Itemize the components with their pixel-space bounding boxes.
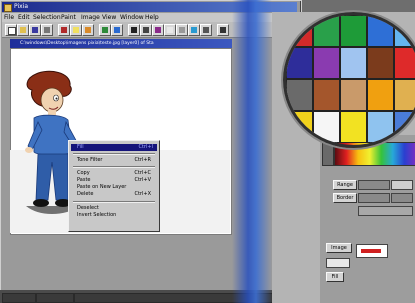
print-button[interactable] xyxy=(41,24,53,36)
palette-swatch[interactable] xyxy=(340,111,367,143)
menu-item-label: Paste on New Layer xyxy=(77,184,127,190)
text-tool-button[interactable] xyxy=(217,24,229,36)
fill-tool-button[interactable] xyxy=(188,24,200,36)
menu-item-shortcut: Ctrl+C xyxy=(134,170,151,176)
menu-help[interactable]: Help xyxy=(145,13,159,22)
color-palette-grid xyxy=(286,15,415,145)
layer-thumbnail[interactable] xyxy=(356,244,388,258)
menu-separator xyxy=(73,153,155,155)
palette-swatch[interactable] xyxy=(286,79,313,111)
palette-swatch[interactable] xyxy=(340,47,367,79)
select-tool-button[interactable] xyxy=(176,24,188,36)
menu-image[interactable]: Image xyxy=(81,13,100,22)
palette-swatch[interactable] xyxy=(367,15,394,47)
document-title-bar[interactable]: C:\windows\Desktop\imagens pixia\teste.j… xyxy=(10,39,232,48)
menu-item-shortcut: Ctrl+V xyxy=(134,177,151,183)
context-menu-paste[interactable]: Paste Ctrl+V xyxy=(77,177,155,184)
new-file-button[interactable] xyxy=(5,24,17,36)
menu-item-shortcut: Ctrl+I xyxy=(138,144,153,150)
palette-swatch[interactable] xyxy=(313,47,340,79)
layer-preview[interactable] xyxy=(326,258,350,268)
palette-swatch[interactable] xyxy=(340,79,367,111)
context-menu-copy[interactable]: Copy Ctrl+C xyxy=(77,170,155,177)
context-menu-deselect[interactable]: Deselect xyxy=(77,205,155,212)
document-title: C:\windows\Desktop\imagens pixia\teste.j… xyxy=(20,41,154,46)
menu-window[interactable]: Window xyxy=(120,13,144,22)
brush-tool-button[interactable] xyxy=(152,24,164,36)
status-field-mode xyxy=(2,293,36,303)
menu-view[interactable]: View xyxy=(102,13,116,22)
palette-swatch[interactable] xyxy=(313,111,340,143)
zoom-tool-button[interactable] xyxy=(200,24,212,36)
save-button[interactable] xyxy=(29,24,41,36)
menu-item-label: Deselect xyxy=(77,205,99,211)
menu-item-shortcut: Ctrl+X xyxy=(134,191,151,197)
palette-swatch[interactable] xyxy=(394,47,415,79)
foreground-color-swatch[interactable] xyxy=(322,142,334,166)
context-menu-fill[interactable]: Fill Ctrl+I xyxy=(71,144,157,151)
menu-edit[interactable]: Edit xyxy=(18,13,30,22)
menu-item-label: Copy xyxy=(77,170,90,176)
menu-paint[interactable]: Paint xyxy=(61,13,76,22)
palette-swatch[interactable] xyxy=(313,15,340,47)
border-button[interactable]: Border xyxy=(333,193,357,203)
context-menu-tone-filter[interactable]: Tone Filter Ctrl+R xyxy=(77,157,155,164)
paste-button[interactable] xyxy=(82,24,94,36)
menu-selection[interactable]: Selection xyxy=(33,13,61,22)
cut-button[interactable] xyxy=(58,24,70,36)
menu-item-label: Delete xyxy=(77,191,94,197)
context-menu: Fill Ctrl+I Tone Filter Ctrl+R Copy Ctrl… xyxy=(68,140,160,232)
pen-tool-button[interactable] xyxy=(128,24,140,36)
pixia-app-icon xyxy=(4,4,12,12)
palette-swatch[interactable] xyxy=(367,111,394,143)
menu-separator xyxy=(73,201,155,203)
status-field-size xyxy=(36,293,74,303)
menu-item-label: Invert Selection xyxy=(77,212,117,218)
blur-divider xyxy=(232,0,272,303)
palette-swatch[interactable] xyxy=(286,47,313,79)
eraser-tool-button[interactable] xyxy=(164,24,176,36)
context-menu-delete[interactable]: Delete Ctrl+X xyxy=(77,191,155,198)
palette-magnifier xyxy=(283,12,415,148)
range-value[interactable] xyxy=(391,180,413,190)
image-layer-button[interactable]: Image xyxy=(326,243,352,253)
palette-swatch[interactable] xyxy=(367,79,394,111)
menu-item-label: Fill xyxy=(77,144,84,150)
palette-swatch[interactable] xyxy=(286,15,313,47)
copy-button[interactable] xyxy=(70,24,82,36)
option-row[interactable] xyxy=(358,206,413,216)
menu-item-shortcut: Ctrl+R xyxy=(134,157,151,163)
menu-item-label: Tone Filter xyxy=(77,157,103,163)
context-menu-paste-new-layer[interactable]: Paste on New Layer xyxy=(77,184,155,191)
redo-button[interactable] xyxy=(111,24,123,36)
menu-separator xyxy=(73,166,155,168)
palette-swatch[interactable] xyxy=(340,15,367,47)
window-title: Pixia xyxy=(14,3,29,10)
range-slider[interactable] xyxy=(358,180,390,190)
menu-file[interactable]: File xyxy=(4,13,14,22)
border-value[interactable] xyxy=(391,193,413,203)
palette-swatch[interactable] xyxy=(286,111,313,143)
palette-swatch[interactable] xyxy=(394,79,415,111)
palette-swatch[interactable] xyxy=(313,79,340,111)
line-tool-button[interactable] xyxy=(140,24,152,36)
range-button[interactable]: Range xyxy=(333,180,357,190)
fill-button[interactable]: Fill xyxy=(326,272,344,282)
open-file-button[interactable] xyxy=(17,24,29,36)
menu-item-label: Paste xyxy=(77,177,91,183)
palette-swatch[interactable] xyxy=(367,47,394,79)
border-slider[interactable] xyxy=(358,193,390,203)
undo-button[interactable] xyxy=(99,24,111,36)
palette-swatch[interactable] xyxy=(394,111,415,143)
context-menu-invert-selection[interactable]: Invert Selection xyxy=(77,212,155,219)
palette-swatch[interactable] xyxy=(394,15,415,47)
